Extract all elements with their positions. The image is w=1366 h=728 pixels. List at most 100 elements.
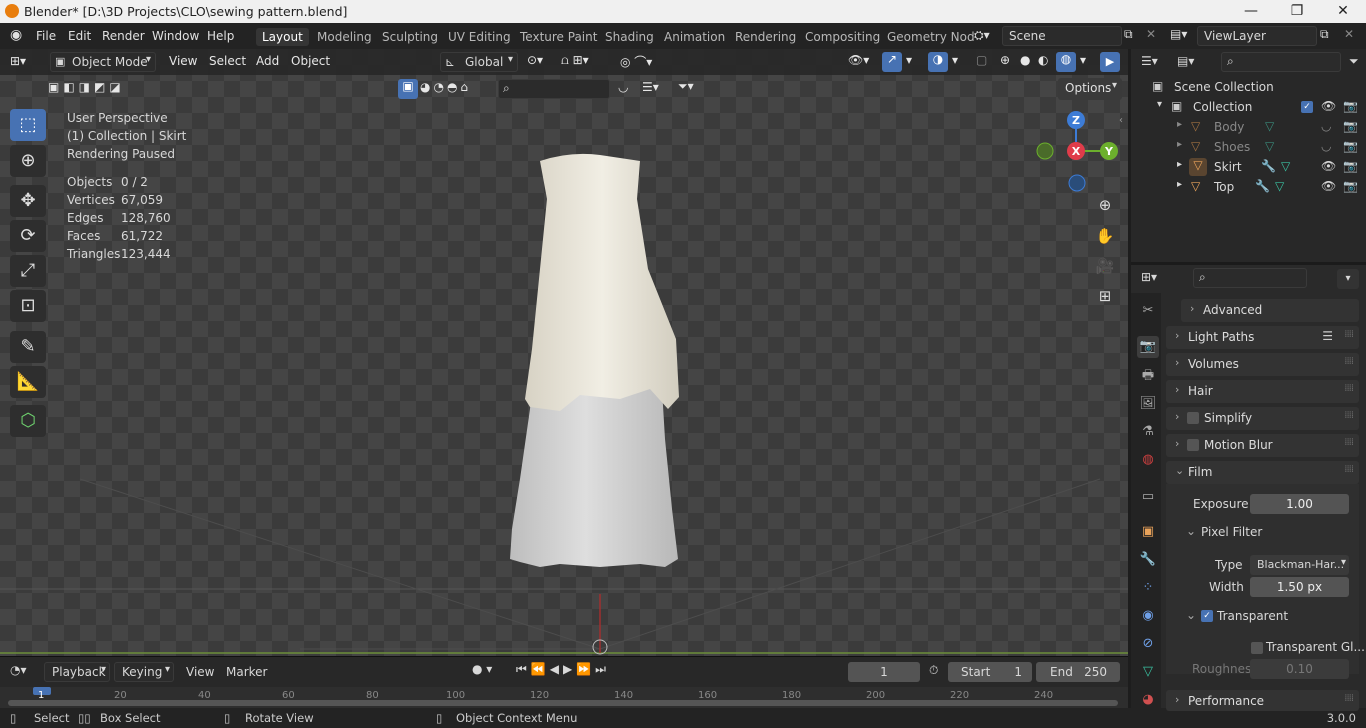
shading-wireframe-icon[interactable]: ⊕ [1000, 53, 1010, 67]
current-frame-field[interactable]: 1 [848, 662, 920, 682]
panel-motion-blur[interactable]: › Motion Blur ⁞⁞⁞⁞ [1166, 434, 1359, 457]
shading-dropdown-icon[interactable]: ▾ [1080, 53, 1086, 67]
drag-grip-icon[interactable]: ⁞⁞⁞⁞ [1344, 356, 1354, 367]
annotate-tool[interactable]: ✎ [10, 331, 46, 363]
zoom-icon[interactable]: ⊕ [1092, 192, 1118, 218]
timeline-menu-view[interactable]: View [186, 665, 214, 679]
view-layer-selector-icon[interactable]: ▤▾ [1170, 27, 1187, 41]
blender-menu-icon[interactable]: ◉ [10, 27, 22, 43]
timeline-scrollbar[interactable] [8, 700, 1118, 706]
timeline-menu-marker[interactable]: Marker [226, 665, 267, 679]
panel-hair[interactable]: › Hair ⁞⁞⁞⁞ [1166, 380, 1359, 403]
tab-animation[interactable]: Animation [658, 28, 731, 46]
view-layer-tab-icon[interactable]: 🖼 [1137, 393, 1159, 415]
minimize-button[interactable]: — [1228, 0, 1274, 23]
new-view-layer-icon[interactable]: ⧉ [1320, 27, 1329, 42]
properties-search-input[interactable]: ⌕ [1193, 268, 1307, 288]
transform-orientation-selector[interactable]: ⊾ Global ▾ [440, 52, 518, 72]
tool-tab-icon[interactable]: ✂ [1137, 300, 1159, 322]
gizmo-dropdown-icon[interactable]: ▾ [906, 53, 912, 67]
editor-type-icon[interactable]: ⊞▾ [1141, 270, 1157, 284]
panel-light-paths[interactable]: › Light Paths ☰ ⁞⁞⁞⁞ [1166, 326, 1359, 349]
motion-blur-checkbox[interactable] [1187, 439, 1199, 451]
start-frame-field[interactable]: Start 1 [948, 662, 1032, 682]
render-tab-icon[interactable]: 📷 [1137, 336, 1159, 358]
pixel-filter-type-select[interactable]: Blackman-Har... ▾ [1250, 555, 1349, 575]
tab-compositing[interactable]: Compositing [799, 28, 886, 46]
display-mode-icon[interactable]: ▤▾ [1177, 54, 1194, 68]
stopwatch-icon[interactable]: ⏱ [929, 663, 938, 678]
filter-icon[interactable]: ⏷ [1349, 54, 1359, 69]
pivot-point-icon[interactable]: ⊙▾ [527, 53, 543, 67]
tab-sculpting[interactable]: Sculpting [376, 28, 444, 46]
material-tab-icon[interactable]: ◕ [1137, 689, 1159, 711]
layer-icon[interactable]: ◡ [618, 80, 628, 94]
subpanel-pixel-filter[interactable]: ⌄ Pixel Filter [1174, 521, 1359, 543]
eye-icon[interactable]: 👁 [1321, 179, 1336, 193]
render-camera-icon[interactable]: 📷 [1343, 179, 1358, 193]
add-cube-tool[interactable]: ⬡ [10, 405, 46, 437]
end-frame-field[interactable]: End 250 [1036, 662, 1120, 682]
constraints-tab-icon[interactable]: ⊘ [1137, 633, 1159, 655]
timeline-ruler[interactable]: 1 20 40 60 80 100 120 140 160 180 200 22… [0, 687, 1128, 709]
expand-arrow-icon[interactable]: ▸ [1177, 139, 1182, 150]
object-tab-icon[interactable]: ▣ [1137, 521, 1159, 543]
scale-tool[interactable]: ⤢ [10, 255, 46, 287]
panel-simplify[interactable]: › Simplify ⁞⁞⁞⁞ [1166, 407, 1359, 430]
garment-model[interactable] [500, 149, 700, 594]
data-tab-icon[interactable]: ▽ [1137, 661, 1159, 683]
tab-geometry-nodes[interactable]: Geometry Nod [881, 28, 981, 46]
modifiers-tab-icon[interactable]: 🔧 [1137, 549, 1159, 571]
cursor-tool[interactable]: ⊕ [10, 145, 46, 177]
drag-grip-icon[interactable]: ⁞⁞⁞⁞ [1344, 437, 1354, 448]
menu-edit[interactable]: Edit [68, 29, 91, 43]
tab-layout[interactable]: Layout [256, 28, 309, 46]
visibility-icon[interactable]: 👁▾ [848, 53, 869, 67]
menu-window[interactable]: Window [152, 29, 199, 43]
outliner-row-top[interactable]: ▸ ▽ Top 🔧 ▽ 👁 📷 [1131, 177, 1366, 197]
object-type-filter-icons[interactable]: ◕◔◓⌂ [420, 80, 471, 94]
expand-arrow-icon[interactable]: ▸ [1177, 179, 1182, 190]
proportional-edit-icon[interactable]: ◎ ⌒▾ [620, 53, 652, 70]
new-scene-icon[interactable]: ⧉ [1124, 27, 1133, 42]
drag-grip-icon[interactable]: ⁞⁞⁞⁞ [1344, 464, 1354, 475]
playback-controls[interactable]: ⏮⏪◀▶⏩⏭ [516, 662, 610, 677]
gizmo-toggle-icon[interactable]: ↗ [882, 52, 902, 72]
render-camera-icon[interactable]: 📷 [1343, 159, 1358, 173]
menu-render[interactable]: Render [102, 29, 145, 43]
editor-type-icon[interactable]: ☰▾ [1141, 54, 1158, 68]
menu-select[interactable]: Select [209, 54, 246, 68]
presets-list-icon[interactable]: ☰ [1322, 329, 1333, 343]
outliner-row-collection[interactable]: ▾ ▣ Collection ✓ 👁 📷 [1131, 97, 1366, 117]
outliner-row-skirt[interactable]: ▸ ▽ Skirt 🔧 ▽ 👁 📷 [1131, 157, 1366, 177]
menu-file[interactable]: File [36, 29, 56, 43]
camera-icon[interactable]: 🎥 [1092, 253, 1118, 279]
select-mode-icons[interactable]: ▣◧◨◩◪ [48, 80, 125, 94]
mode-selector[interactable]: ▣ Object Mode ▾ [50, 52, 156, 72]
panel-advanced[interactable]: › Advanced [1181, 299, 1359, 322]
menu-add[interactable]: Add [256, 54, 279, 68]
auto-keying-icon[interactable]: ● ▾ [472, 662, 492, 676]
view-layer-field[interactable]: ViewLayer [1197, 26, 1317, 46]
3d-viewport[interactable]: ⊞▾ ▣ Object Mode ▾ View Select Add Objec… [0, 49, 1128, 656]
eye-icon[interactable]: 👁 [1321, 99, 1336, 113]
tab-uv-editing[interactable]: UV Editing [442, 28, 517, 46]
scene-field[interactable]: Scene [1002, 26, 1122, 46]
tab-texture-paint[interactable]: Texture Paint [514, 28, 603, 46]
select-box-tool[interactable]: ⬚ [10, 109, 46, 141]
drag-grip-icon[interactable]: ⁞⁞⁞⁞ [1344, 693, 1354, 704]
sort-icon[interactable]: ☰▾ [642, 80, 659, 94]
transform-tool[interactable]: ⊡ [10, 290, 46, 322]
transparent-glass-checkbox[interactable] [1251, 642, 1263, 654]
tab-modeling[interactable]: Modeling [311, 28, 378, 46]
close-window-button[interactable]: ✕ [1320, 0, 1366, 23]
shading-rendered-icon[interactable]: ◍ [1056, 52, 1076, 72]
drag-grip-icon[interactable]: ⁞⁞⁞⁞ [1344, 410, 1354, 421]
options-button[interactable]: Options ▾ [1058, 78, 1122, 100]
chevron-down-icon[interactable]: ▾ [1337, 269, 1359, 289]
expand-arrow-icon[interactable]: ▾ [1157, 99, 1162, 110]
collection-tab-icon[interactable]: ▭ [1137, 486, 1159, 508]
measure-tool[interactable]: 📐 [10, 366, 46, 398]
editor-type-icon[interactable]: ⊞▾ [10, 54, 26, 68]
eye-icon[interactable]: 👁 [1321, 159, 1336, 173]
